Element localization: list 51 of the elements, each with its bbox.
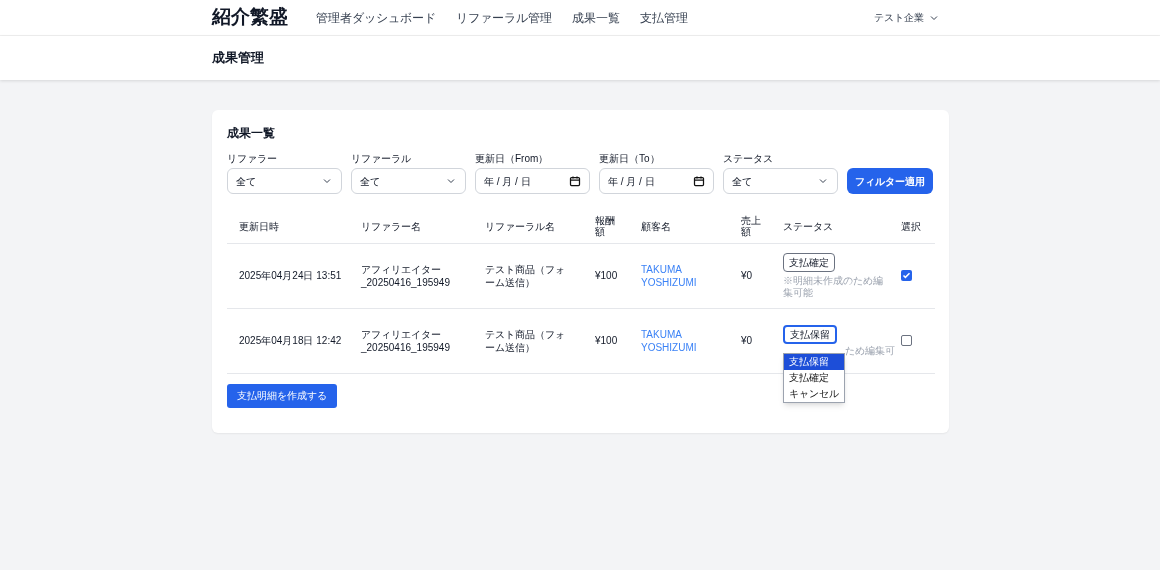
date-field[interactable]: 年 / 月 / 日 <box>599 168 714 194</box>
filter-button[interactable]: フィルター適用 <box>847 168 933 194</box>
filter-label: 更新日（From） <box>475 152 550 166</box>
column-header: 更新日時 <box>239 220 280 232</box>
date-field[interactable]: 年 / 月 / 日 <box>475 168 590 194</box>
nav-link[interactable]: 管理者ダッシュボード <box>316 8 436 27</box>
table-cell: ¥100 <box>595 270 618 281</box>
account-menu[interactable]: テスト企業 <box>874 10 940 25</box>
column-header: リファラー名 <box>361 220 422 232</box>
table-cell-text: テスト商品（フォーム送信） <box>485 262 566 289</box>
table-cell-text: アフィリエイター_20250416_195949 <box>361 327 451 354</box>
row-checkbox[interactable] <box>901 335 912 346</box>
calendar-icon <box>569 175 581 187</box>
calendar-icon <box>693 175 705 187</box>
table-cell-text: アフィリエイター_20250416_195949 <box>361 262 451 289</box>
status-select[interactable]: 支払保留 <box>783 324 837 344</box>
table-cell: ¥0 <box>741 270 753 281</box>
select-field[interactable]: 全て <box>723 168 838 194</box>
customer-link[interactable]: TAKUMA YOSHIZUMI <box>641 262 701 289</box>
note-text: ※明細未作成のため編集可能 <box>783 274 883 299</box>
dropdown-option[interactable]: キャンセル <box>784 385 844 402</box>
filter-label: リファラー <box>227 152 278 166</box>
table-cell-text: テスト商品（フォーム送信） <box>485 327 566 354</box>
nav-link[interactable]: 支払管理 <box>640 8 688 27</box>
column-header: 報酬額 <box>595 215 615 238</box>
column-header: ステータス <box>783 220 834 232</box>
column-header: 顧客名 <box>641 220 672 232</box>
dropdown-option[interactable]: 支払確定 <box>784 369 844 386</box>
select-field[interactable]: 全て <box>351 168 466 194</box>
filter-label: ステータス <box>723 152 774 166</box>
nav-link[interactable]: 成果一覧 <box>572 8 620 27</box>
card-title: 成果一覧 <box>227 125 276 142</box>
table-cell: 2025年04月24日 13:51 <box>239 270 342 281</box>
nav-link[interactable]: リファーラル管理 <box>456 8 552 27</box>
column-header: 選択 <box>901 220 921 232</box>
customer-link[interactable]: TAKUMA YOSHIZUMI <box>641 327 701 354</box>
select-field[interactable]: 全て <box>227 168 342 194</box>
note-text: ため編集可 <box>845 344 895 357</box>
filter-label: リファーラル <box>351 152 412 166</box>
table-cell: 2025年04月18日 12:42 <box>239 335 342 346</box>
status-select[interactable]: 支払確定 <box>783 252 835 272</box>
create-statement-button[interactable]: 支払明細を作成する <box>227 383 337 408</box>
column-header: リファーラル名 <box>485 220 556 232</box>
page-title: 成果管理 <box>212 49 264 68</box>
table-cell: ¥0 <box>741 335 753 346</box>
table-cell: ¥100 <box>595 335 618 346</box>
row-checkbox[interactable] <box>901 270 912 281</box>
dropdown-option[interactable]: 支払保留 <box>784 353 844 370</box>
brand-logo[interactable]: 紹介繁盛 <box>212 3 288 32</box>
column-header: 売上額 <box>741 215 761 238</box>
filter-label: 更新日（To） <box>599 152 661 166</box>
